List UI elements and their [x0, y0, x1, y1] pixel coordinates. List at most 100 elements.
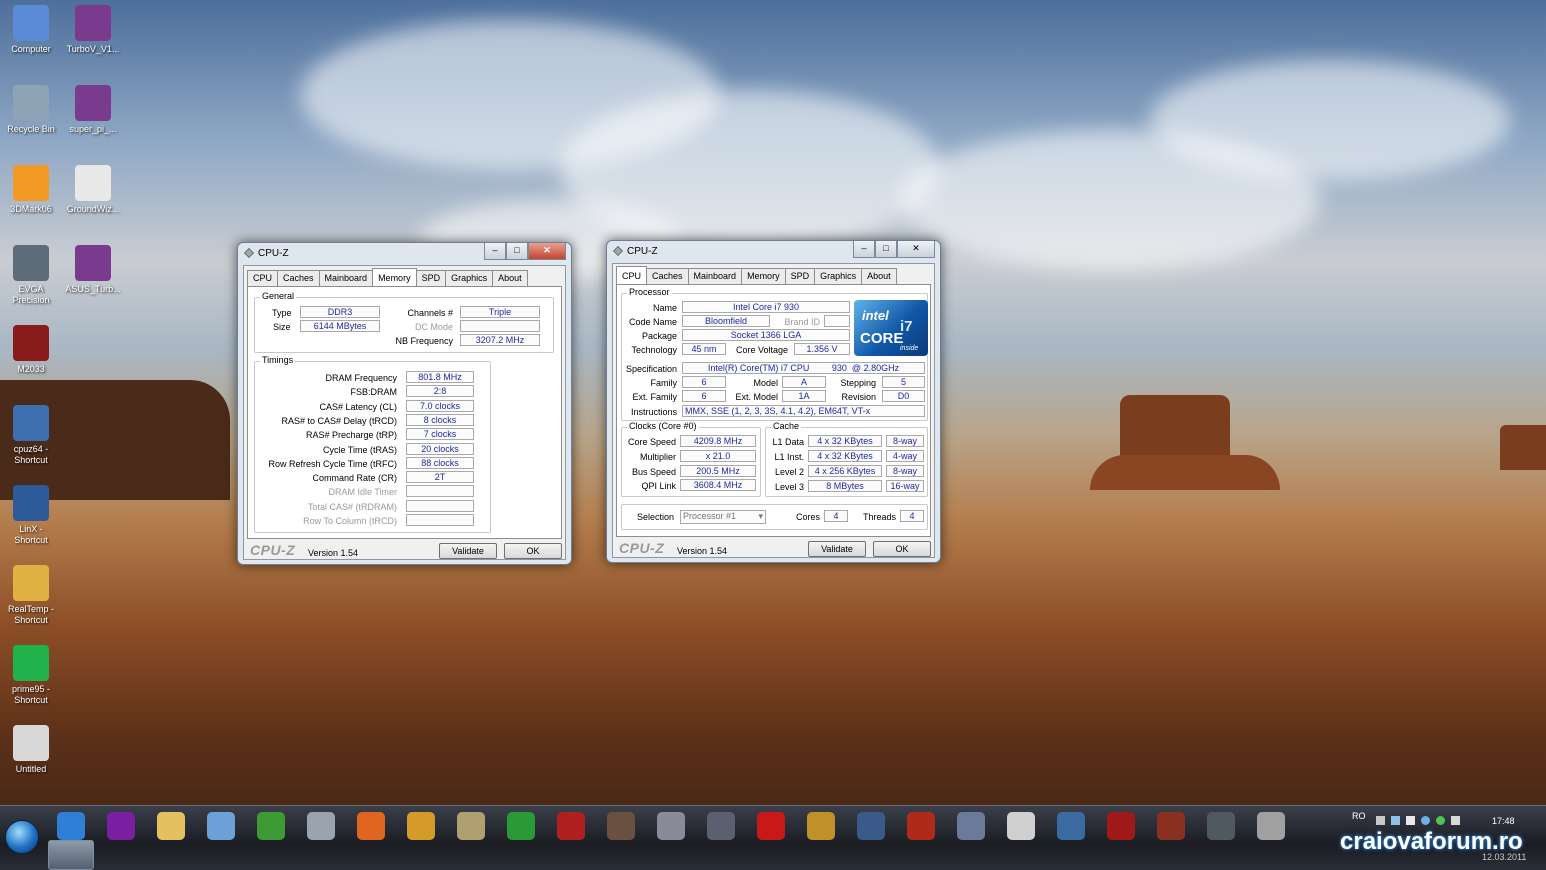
tab-caches[interactable]: Caches	[646, 268, 689, 284]
cpuz-taskbar-icon[interactable]	[48, 840, 94, 870]
firefox-icon[interactable]	[357, 812, 385, 840]
game-blue-icon[interactable]	[857, 812, 885, 840]
tab-caches[interactable]: Caches	[277, 270, 320, 286]
tab-spd[interactable]: SPD	[784, 268, 816, 284]
tab-graphics[interactable]: Graphics	[814, 268, 863, 284]
game-soldier-icon[interactable]	[707, 812, 735, 840]
codename-label: Code Name	[628, 317, 677, 327]
desktop-icon[interactable]: 3DMark06	[0, 165, 62, 215]
game-fallout-icon[interactable]	[957, 812, 985, 840]
game-portrait-icon[interactable]	[607, 812, 635, 840]
winrar-archive-icon	[75, 85, 111, 121]
utorrent-icon[interactable]	[257, 812, 285, 840]
language-indicator[interactable]: RO	[1352, 811, 1366, 821]
maximize-button[interactable]: □	[875, 241, 897, 258]
desktop-icon[interactable]: Computer	[0, 5, 62, 55]
warcraft-icon[interactable]	[807, 812, 835, 840]
desktop-icon[interactable]: super_pi_...	[62, 85, 124, 135]
name-label: Name	[652, 303, 677, 313]
cache-label: Level 3	[774, 482, 804, 492]
tab-about[interactable]: About	[861, 268, 897, 284]
tab-cpu[interactable]: CPU	[616, 266, 648, 284]
desktop-icon[interactable]: ASUS_Turb...	[62, 245, 124, 295]
cache-size: 4 x 32 KBytes	[808, 450, 882, 462]
desktop-icon[interactable]: M2033	[0, 325, 62, 375]
cpuz-memory-window[interactable]: CPU-Z – □ ✕ CPU Caches Mainboard Memory SPD G…	[237, 242, 572, 565]
close-button[interactable]: ✕	[897, 241, 935, 258]
desktop-icon[interactable]: LinX - Shortcut	[0, 485, 62, 546]
cpuz-cpu-window[interactable]: CPU-Z – □ ✕ CPU Caches Mainboard Memory SPD G…	[606, 240, 941, 563]
desktop-icon[interactable]: Recycle Bin	[0, 85, 62, 135]
minimize-button[interactable]: –	[484, 243, 506, 260]
game-emblem-icon[interactable]	[1157, 812, 1185, 840]
instructions-label: Instructions	[630, 407, 677, 417]
network-globe-icon[interactable]	[307, 812, 335, 840]
selection-dropdown[interactable]: Processor #1 ▾	[680, 510, 766, 524]
clocks-group: Clocks (Core #0) Core Speed 4209.8 MHz M…	[621, 421, 761, 497]
game-dragon-icon[interactable]	[907, 812, 935, 840]
tab-strip: CPU Caches Mainboard Memory SPD Graphics About	[247, 268, 528, 287]
chevron-down-icon: ▾	[758, 511, 763, 521]
family-label: Family	[650, 378, 678, 388]
maximize-button[interactable]: □	[506, 243, 528, 260]
spec-value: Intel(R) Core(TM) i7 CPU 930 @ 2.80GHz	[682, 362, 925, 374]
timing-label: Row To Column (tRCD)	[303, 516, 397, 526]
tab-about[interactable]: About	[492, 270, 528, 286]
yahoo-messenger-icon[interactable]	[107, 812, 135, 840]
tab-graphics[interactable]: Graphics	[445, 270, 494, 286]
tab-mainboard[interactable]: Mainboard	[318, 270, 374, 286]
game-2-icon[interactable]	[507, 812, 535, 840]
desktop-icon[interactable]: Untitled	[0, 725, 62, 775]
desktop-icon[interactable]: EVGA Precision	[0, 245, 62, 306]
game-h-icon[interactable]	[1107, 812, 1135, 840]
minimize-button[interactable]: –	[853, 241, 875, 258]
desktop-icon[interactable]: TurboV_V1...	[62, 5, 124, 55]
dcmode-label: DC Mode	[414, 322, 453, 332]
tab-mainboard[interactable]: Mainboard	[687, 268, 743, 284]
cpuz-cpu-titlebar[interactable]: CPU-Z – □ ✕	[607, 241, 940, 261]
game-z-icon[interactable]	[1007, 812, 1035, 840]
timings-title: Timings	[260, 355, 296, 365]
tab-memory[interactable]: Memory	[372, 268, 417, 286]
game-red-logo-icon[interactable]	[757, 812, 785, 840]
game-red-2-icon[interactable]	[557, 812, 585, 840]
game-character-icon[interactable]	[657, 812, 685, 840]
desktop-icon[interactable]: prime95 - Shortcut	[0, 645, 62, 706]
lightning-app-icon[interactable]	[457, 812, 485, 840]
tray-green-icon[interactable]	[1436, 816, 1445, 825]
model-value: A	[782, 376, 826, 388]
desktop-icon-label: cpuz64 - Shortcut	[13, 444, 49, 465]
tray-volume-icon[interactable]	[1451, 816, 1460, 825]
app-orb-icon[interactable]	[407, 812, 435, 840]
game-grey-icon[interactable]	[1257, 812, 1285, 840]
ok-button[interactable]: OK	[504, 543, 562, 559]
cpuz-memory-titlebar[interactable]: CPU-Z – □ ✕	[238, 243, 571, 263]
media-player-icon[interactable]	[207, 812, 235, 840]
tab-spd[interactable]: SPD	[415, 270, 447, 286]
tray-network-icon[interactable]	[1391, 816, 1400, 825]
type-label: Type	[272, 308, 292, 318]
tray-app-icon[interactable]	[1376, 816, 1385, 825]
timing-label: FSB:DRAM	[350, 387, 397, 398]
logo-core: CORE	[860, 330, 904, 347]
windows-start-orb-icon[interactable]	[5, 820, 39, 854]
windows-explorer-icon[interactable]	[157, 812, 185, 840]
validate-button[interactable]: Validate	[808, 541, 866, 557]
game-disc-icon[interactable]	[1057, 812, 1085, 840]
game-helmet-icon[interactable]	[1207, 812, 1235, 840]
tab-cpu[interactable]: CPU	[247, 270, 279, 286]
tray-update-icon[interactable]	[1421, 816, 1430, 825]
cpuz-memory-body: CPU Caches Mainboard Memory SPD Graphics About…	[243, 265, 566, 560]
clock-time[interactable]: 17:48	[1492, 816, 1515, 826]
watermark-text: craiovaforum.ro	[1340, 828, 1523, 855]
internet-explorer-icon[interactable]	[57, 812, 85, 840]
ok-button[interactable]: OK	[873, 541, 931, 557]
desktop-icon[interactable]: GroundWiz...	[62, 165, 124, 215]
validate-button[interactable]: Validate	[439, 543, 497, 559]
tray-flag-icon[interactable]	[1406, 816, 1415, 825]
desktop-icon[interactable]: cpuz64 - Shortcut	[0, 405, 62, 466]
desktop-icon[interactable]: RealTemp - Shortcut	[0, 565, 62, 626]
close-button[interactable]: ✕	[528, 243, 566, 260]
voltage-label: Core Voltage	[735, 345, 788, 355]
tab-memory[interactable]: Memory	[741, 268, 786, 284]
